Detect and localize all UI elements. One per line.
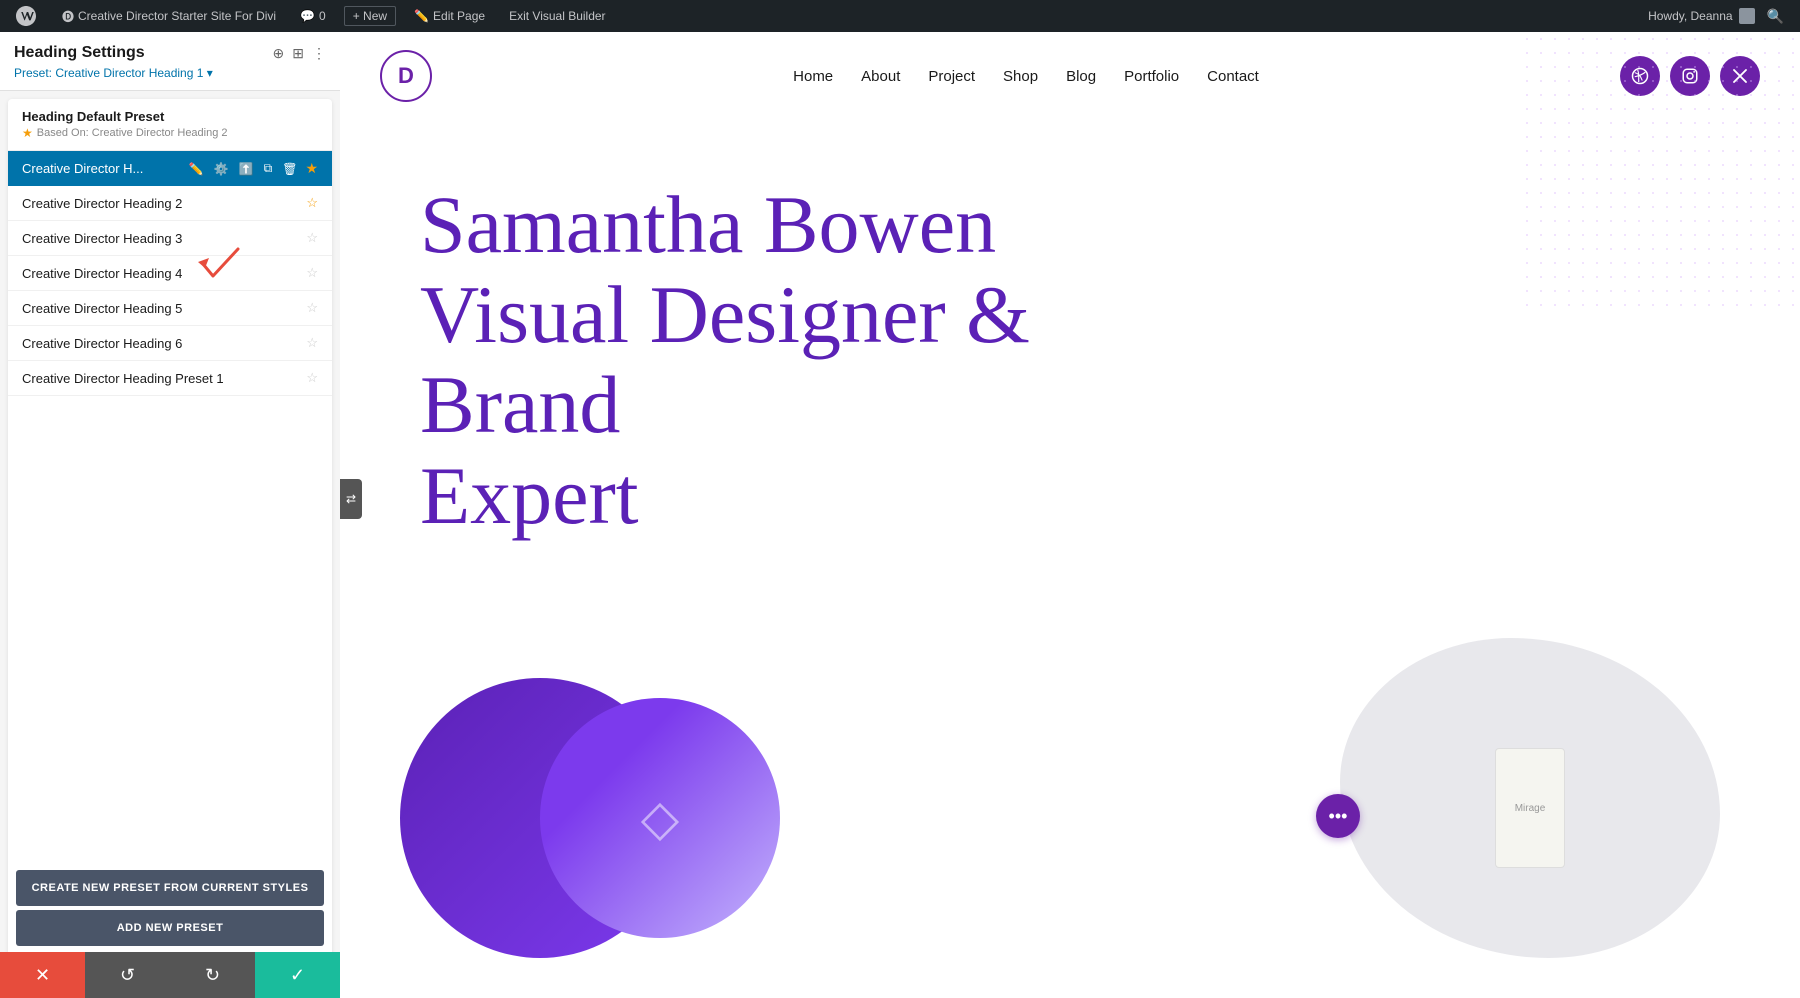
preset-default-header: Heading Default Preset ★ Based On: Creat… [8, 99, 332, 151]
site-nav: Home About Project Shop Blog Portfolio C… [793, 68, 1259, 85]
fab-button[interactable]: ••• [1316, 794, 1360, 838]
preset-edit-icon[interactable]: ✏️ [187, 160, 206, 178]
admin-bar: 🅓 Creative Director Starter Site For Div… [0, 0, 1800, 32]
admin-bar-exit-builder[interactable]: Exit Visual Builder [503, 0, 612, 32]
divi-icon: 🅓 [62, 8, 74, 25]
left-panel: Heading Settings ⊕ ⊞ ⋮ Preset: Creative … [0, 32, 340, 998]
nav-blog[interactable]: Blog [1066, 68, 1096, 85]
preset-action-icons: ✏️ ⚙️ ⬆️ ⧉ 🗑 ★ [187, 159, 318, 178]
panel-header-icons: ⊕ ⊞ ⋮ [273, 45, 326, 62]
pencil-icon: ✏️ [414, 9, 429, 23]
admin-bar-howdy: Howdy, Deanna [1648, 8, 1755, 24]
toolbar-save-button[interactable]: ✓ [255, 952, 340, 998]
list-item[interactable]: Creative Director Heading Preset 1 ☆ [8, 361, 332, 396]
panel-search-icon[interactable]: ⊕ [273, 45, 285, 62]
preset-list: Creative Director Heading 2 ☆ Creative D… [8, 186, 332, 862]
toolbar-close-button[interactable]: ✕ [0, 952, 85, 998]
nav-home[interactable]: Home [793, 68, 833, 85]
panel-header: Heading Settings ⊕ ⊞ ⋮ Preset: Creative … [0, 32, 340, 91]
bottom-images-row: ◇ Mirage [340, 638, 1800, 998]
preset-settings-icon[interactable]: ⚙️ [212, 160, 231, 178]
preset-delete-icon[interactable]: 🗑 [280, 160, 299, 178]
star-icon[interactable]: ☆ [306, 300, 318, 316]
save-icon: ✓ [290, 965, 305, 986]
candle-jar: Mirage [1495, 748, 1565, 868]
panel-preset-label[interactable]: Preset: Creative Director Heading 1 ▾ [14, 66, 326, 80]
star-icon[interactable]: ☆ [306, 230, 318, 246]
list-item[interactable]: Creative Director Heading 4 ☆ [8, 256, 332, 291]
star-icon[interactable]: ☆ [306, 195, 318, 211]
star-icon[interactable]: ☆ [306, 370, 318, 386]
list-item[interactable]: Creative Director Heading 3 ☆ [8, 221, 332, 256]
comment-icon: 💬 [300, 9, 315, 23]
candle: Mirage [1495, 728, 1565, 868]
list-item[interactable]: Creative Director Heading 6 ☆ [8, 326, 332, 361]
wp-logo[interactable] [8, 6, 44, 26]
fab-more-icon: ••• [1329, 806, 1348, 827]
preset-upload-icon[interactable]: ⬆️ [237, 160, 256, 178]
purple-circle-2: ◇ [540, 698, 780, 938]
preset-based-on: ★ Based On: Creative Director Heading 2 [22, 126, 318, 140]
bottom-toolbar: ✕ ↺ ↻ ✓ [0, 952, 340, 998]
panel-resize-handle[interactable]: ⇄ [340, 479, 362, 519]
nav-project[interactable]: Project [928, 68, 975, 85]
gray-image-blob: Mirage [1340, 638, 1760, 998]
admin-bar-edit-page[interactable]: ✏️ Edit Page [408, 0, 491, 32]
panel-more-icon[interactable]: ⋮ [312, 45, 326, 62]
active-preset-label: Creative Director H... [22, 161, 143, 176]
undo-icon: ↺ [120, 965, 135, 986]
toolbar-undo-button[interactable]: ↺ [85, 952, 170, 998]
list-item[interactable]: Creative Director Heading 2 ☆ [8, 186, 332, 221]
hero-title: Samantha Bowen Visual Designer & Brand E… [420, 180, 1240, 541]
list-item[interactable]: Creative Director Heading 5 ☆ [8, 291, 332, 326]
panel-layout-icon[interactable]: ⊞ [292, 45, 304, 62]
admin-bar-comments[interactable]: 💬 0 [294, 0, 332, 32]
admin-bar-new-button[interactable]: + New [344, 6, 396, 26]
star-icon[interactable]: ☆ [306, 335, 318, 351]
active-preset-item[interactable]: Creative Director H... ✏️ ⚙️ ⬆️ ⧉ 🗑 ★ [8, 151, 332, 186]
star-icon[interactable]: ☆ [306, 265, 318, 281]
nav-portfolio[interactable]: Portfolio [1124, 68, 1179, 85]
preset-default-label: Heading Default Preset [22, 109, 318, 124]
admin-avatar [1739, 8, 1755, 24]
close-icon: ✕ [35, 965, 50, 986]
preset-star-icon[interactable]: ★ [305, 160, 318, 177]
preset-section: Heading Default Preset ★ Based On: Creat… [8, 99, 332, 990]
product-icon: ◇ [641, 789, 679, 847]
panel-title: Heading Settings [14, 44, 145, 62]
redo-icon: ↻ [205, 965, 220, 986]
add-preset-button[interactable]: ADD NEW PRESET [16, 910, 324, 946]
admin-bar-right: Howdy, Deanna 🔍 [1648, 8, 1792, 25]
create-preset-button[interactable]: CREATE NEW PRESET FROM CURRENT STYLES [16, 870, 324, 906]
toolbar-redo-button[interactable]: ↻ [170, 952, 255, 998]
website-area: D Home About Project Shop Blog Portfolio… [340, 32, 1800, 998]
hero-section: Samantha Bowen Visual Designer & Brand E… [340, 120, 1800, 581]
preset-copy-icon[interactable]: ⧉ [262, 159, 275, 178]
purple-image-blob: ◇ [380, 638, 840, 998]
candle-label: Mirage [1515, 802, 1546, 815]
star-icon: ★ [22, 126, 33, 140]
site-logo: D [380, 50, 432, 102]
nav-about[interactable]: About [861, 68, 900, 85]
arrows-icon: ⇄ [346, 492, 356, 506]
admin-bar-site[interactable]: 🅓 Creative Director Starter Site For Div… [56, 0, 282, 32]
nav-shop[interactable]: Shop [1003, 68, 1038, 85]
admin-search-icon[interactable]: 🔍 [1759, 8, 1792, 25]
nav-contact[interactable]: Contact [1207, 68, 1259, 85]
blob-shape: Mirage [1340, 638, 1720, 958]
